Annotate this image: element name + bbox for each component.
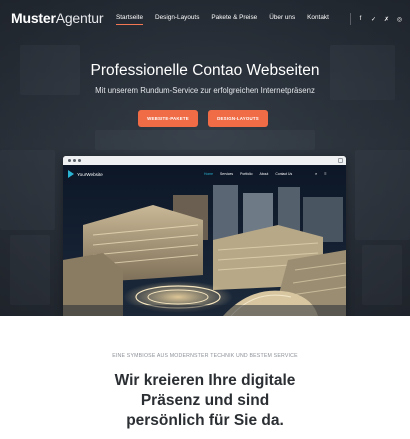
nav-menu: Startseite Design-Layouts Pakete & Preis… bbox=[116, 14, 341, 25]
headline-line-2: Präsenz und sind bbox=[140, 392, 270, 409]
hero-section: MusterAgentur Startseite Design-Layouts … bbox=[0, 0, 410, 316]
hero-subtitle: Mit unserem Rundum-Service zur erfolgrei… bbox=[95, 86, 315, 95]
xing-icon[interactable]: ✗ bbox=[383, 16, 390, 23]
browser-mockup: YourWebsite Home Services Portfolio Abou… bbox=[63, 156, 346, 316]
mockup-navigation: YourWebsite Home Services Portfolio Abou… bbox=[63, 165, 346, 183]
facebook-icon[interactable]: f bbox=[357, 16, 364, 22]
mockup-site-name: YourWebsite bbox=[77, 171, 103, 177]
mockup-menu-about: About bbox=[259, 172, 269, 176]
window-dots-icon bbox=[68, 159, 81, 162]
twitter-icon[interactable]: ✓ bbox=[370, 16, 377, 23]
headline-line-3: persönlich für Sie da. bbox=[126, 412, 284, 429]
headline-line-1: Wir kreieren Ihre digitale bbox=[114, 372, 296, 389]
window-control-icon bbox=[338, 158, 343, 163]
nav-item-design-layouts[interactable]: Design-Layouts bbox=[155, 14, 199, 25]
city-architecture-image bbox=[63, 165, 346, 316]
mockup-menu-portfolio: Portfolio bbox=[240, 172, 253, 176]
social-links: f ✓ ✗ ◎ bbox=[350, 13, 403, 25]
nav-item-pakete-preise[interactable]: Pakete & Preise bbox=[211, 14, 257, 25]
play-logo-icon bbox=[68, 170, 74, 178]
instagram-icon[interactable]: ◎ bbox=[396, 16, 403, 23]
section-kicker: EINE SYMBIOSE AUS MODERNSTER TECHNIK UND… bbox=[112, 353, 298, 359]
section-headline: Wir kreieren Ihre digitale Präsenz und s… bbox=[0, 371, 410, 431]
nav-item-startseite[interactable]: Startseite bbox=[116, 14, 143, 25]
mockup-menu-services: Services bbox=[220, 172, 234, 176]
main-navigation: MusterAgentur Startseite Design-Layouts … bbox=[0, 0, 410, 38]
browser-titlebar bbox=[63, 156, 346, 165]
mockup-menu-contact: Contact Us bbox=[275, 172, 293, 176]
nav-item-ueber-uns[interactable]: Über uns bbox=[269, 14, 295, 25]
menu-icon: ≡ bbox=[324, 171, 327, 176]
mockup-icons: ⌕ ≡ bbox=[315, 171, 327, 176]
mockup-logo: YourWebsite bbox=[68, 170, 103, 178]
intro-section: EINE SYMBIOSE AUS MODERNSTER TECHNIK UND… bbox=[0, 316, 410, 439]
nav-item-kontakt[interactable]: Kontakt bbox=[307, 14, 329, 25]
design-layouts-button[interactable]: DESIGN-LAYOUTS bbox=[208, 110, 268, 127]
mockup-screenshot: YourWebsite Home Services Portfolio Abou… bbox=[63, 165, 346, 316]
mockup-menu-home: Home bbox=[204, 172, 214, 176]
mockup-menu: Home Services Portfolio About Contact Us bbox=[204, 172, 299, 176]
site-logo[interactable]: MusterAgentur bbox=[11, 10, 104, 26]
hero-title: Professionelle Contao Webseiten bbox=[90, 62, 320, 79]
search-icon: ⌕ bbox=[315, 171, 318, 176]
website-pakete-button[interactable]: WEBSITE-PAKETE bbox=[138, 110, 198, 127]
